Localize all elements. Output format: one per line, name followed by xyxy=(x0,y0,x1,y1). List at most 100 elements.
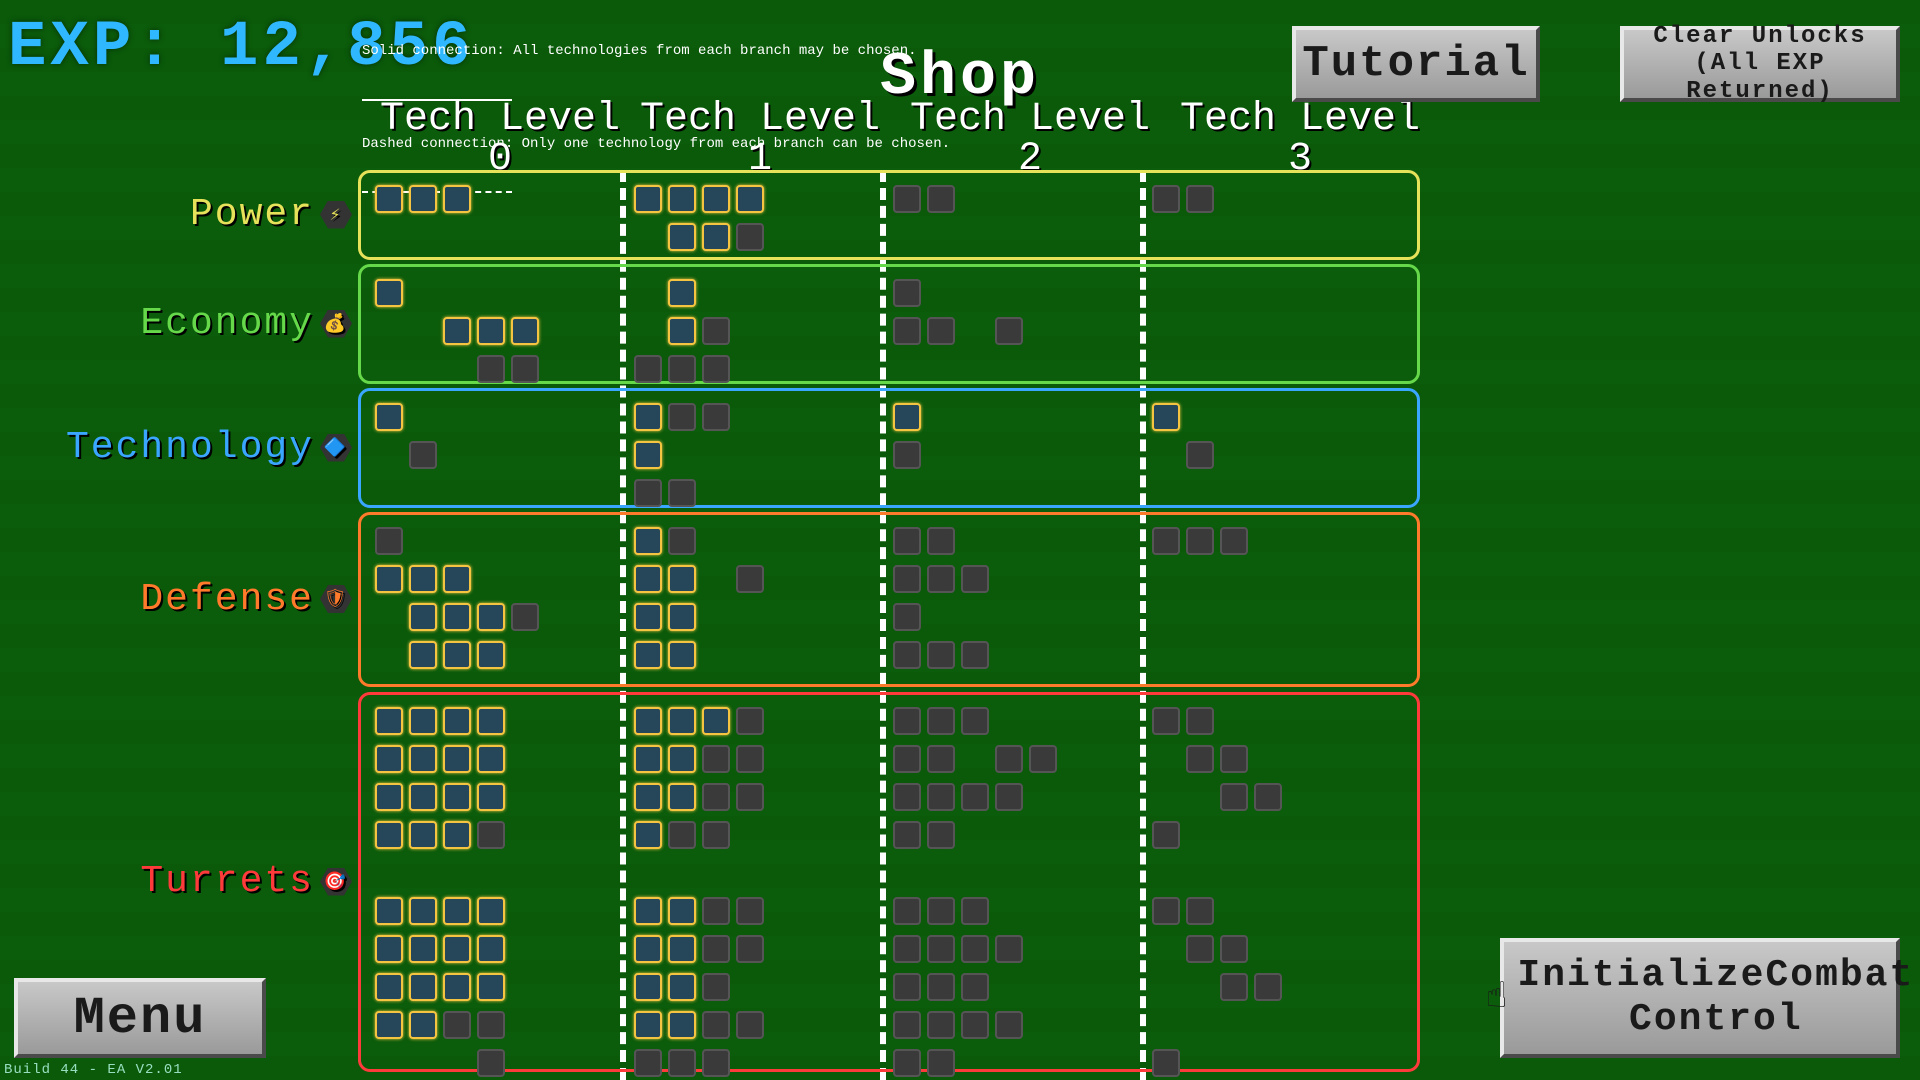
tech-node[interactable] xyxy=(409,821,437,849)
tech-node[interactable] xyxy=(927,707,955,735)
tech-node[interactable] xyxy=(702,935,730,963)
tech-node[interactable] xyxy=(443,317,471,345)
tech-node[interactable] xyxy=(668,935,696,963)
tech-node[interactable] xyxy=(477,603,505,631)
tech-node[interactable] xyxy=(668,317,696,345)
tech-node[interactable] xyxy=(477,1049,505,1077)
tech-node[interactable] xyxy=(634,441,662,469)
tech-node[interactable] xyxy=(477,935,505,963)
tech-node[interactable] xyxy=(477,1011,505,1039)
tech-node[interactable] xyxy=(477,745,505,773)
tech-node[interactable] xyxy=(477,707,505,735)
tech-node[interactable] xyxy=(375,403,403,431)
tech-node[interactable] xyxy=(634,935,662,963)
tech-node[interactable] xyxy=(443,1011,471,1039)
tech-node[interactable] xyxy=(375,745,403,773)
tech-node[interactable] xyxy=(511,603,539,631)
tech-node[interactable] xyxy=(1186,707,1214,735)
tech-node[interactable] xyxy=(961,707,989,735)
tech-node[interactable] xyxy=(409,1011,437,1039)
tech-node[interactable] xyxy=(702,223,730,251)
tech-node[interactable] xyxy=(736,185,764,213)
tech-node[interactable] xyxy=(668,897,696,925)
tech-node[interactable] xyxy=(443,185,471,213)
tech-node[interactable] xyxy=(634,1049,662,1077)
tech-node[interactable] xyxy=(893,783,921,811)
tech-node[interactable] xyxy=(893,1049,921,1077)
tech-node[interactable] xyxy=(634,527,662,555)
tech-node[interactable] xyxy=(702,1011,730,1039)
tech-node[interactable] xyxy=(1186,185,1214,213)
tech-node[interactable] xyxy=(668,1049,696,1077)
tech-node[interactable] xyxy=(634,565,662,593)
tech-node[interactable] xyxy=(736,745,764,773)
tech-node[interactable] xyxy=(995,745,1023,773)
tech-node[interactable] xyxy=(1220,935,1248,963)
tech-node[interactable] xyxy=(927,783,955,811)
tech-node[interactable] xyxy=(702,821,730,849)
tech-node[interactable] xyxy=(1254,783,1282,811)
tech-node[interactable] xyxy=(668,783,696,811)
tech-node[interactable] xyxy=(702,1049,730,1077)
tech-node[interactable] xyxy=(375,527,403,555)
tech-node[interactable] xyxy=(375,565,403,593)
tech-node[interactable] xyxy=(375,897,403,925)
tech-node[interactable] xyxy=(961,783,989,811)
tech-node[interactable] xyxy=(893,565,921,593)
tech-node[interactable] xyxy=(1220,783,1248,811)
tech-node[interactable] xyxy=(736,897,764,925)
tech-node[interactable] xyxy=(409,441,437,469)
tech-node[interactable] xyxy=(893,403,921,431)
tech-node[interactable] xyxy=(1152,403,1180,431)
tech-node[interactable] xyxy=(409,745,437,773)
tech-node[interactable] xyxy=(668,185,696,213)
tech-node[interactable] xyxy=(995,783,1023,811)
tech-node[interactable] xyxy=(1152,897,1180,925)
tech-node[interactable] xyxy=(477,783,505,811)
tech-node[interactable] xyxy=(511,317,539,345)
category-defense[interactable] xyxy=(358,512,1420,687)
tech-node[interactable] xyxy=(1220,527,1248,555)
category-technology[interactable] xyxy=(358,388,1420,508)
tech-node[interactable] xyxy=(893,745,921,773)
tech-node[interactable] xyxy=(409,185,437,213)
tech-node[interactable] xyxy=(927,973,955,1001)
tech-node[interactable] xyxy=(634,897,662,925)
category-economy[interactable] xyxy=(358,264,1420,384)
tech-node[interactable] xyxy=(893,1011,921,1039)
tech-node[interactable] xyxy=(961,641,989,669)
category-power[interactable] xyxy=(358,170,1420,260)
tech-node[interactable] xyxy=(443,603,471,631)
tech-node[interactable] xyxy=(668,1011,696,1039)
tech-node[interactable] xyxy=(634,355,662,383)
tech-node[interactable] xyxy=(736,223,764,251)
tech-node[interactable] xyxy=(409,783,437,811)
tech-node[interactable] xyxy=(375,185,403,213)
tech-node[interactable] xyxy=(893,935,921,963)
tech-node[interactable] xyxy=(1220,973,1248,1001)
tech-node[interactable] xyxy=(375,783,403,811)
tech-node[interactable] xyxy=(702,355,730,383)
tech-node[interactable] xyxy=(375,279,403,307)
tech-node[interactable] xyxy=(409,897,437,925)
tech-node[interactable] xyxy=(668,603,696,631)
tech-node[interactable] xyxy=(1254,973,1282,1001)
tech-node[interactable] xyxy=(961,897,989,925)
tech-node[interactable] xyxy=(443,821,471,849)
tech-node[interactable] xyxy=(375,821,403,849)
tech-node[interactable] xyxy=(375,973,403,1001)
tech-node[interactable] xyxy=(634,1011,662,1039)
tech-node[interactable] xyxy=(477,641,505,669)
tech-node[interactable] xyxy=(927,935,955,963)
clear-unlocks-button[interactable]: Clear Unlocks(All EXP Returned) xyxy=(1620,26,1900,102)
tech-node[interactable] xyxy=(893,527,921,555)
tech-node[interactable] xyxy=(961,973,989,1001)
tech-node[interactable] xyxy=(375,707,403,735)
tech-node[interactable] xyxy=(477,821,505,849)
tech-node[interactable] xyxy=(1220,745,1248,773)
tech-node[interactable] xyxy=(634,403,662,431)
tech-node[interactable] xyxy=(736,1011,764,1039)
tech-node[interactable] xyxy=(1186,897,1214,925)
tech-node[interactable] xyxy=(409,565,437,593)
tech-node[interactable] xyxy=(443,745,471,773)
